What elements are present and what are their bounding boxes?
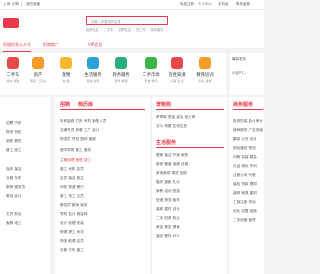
list-item[interactable]: 物流员 早班 厨师 客服 [60, 137, 96, 142]
business-panel: 商务服务 投资担保 会计审计 律师服务 广告传媒 翻译 公关 设计 网站建设 物… [229, 97, 264, 274]
category-item[interactable]: 生活服务 保洁 搬家 [82, 57, 104, 83]
city-label: 上海 [3, 2, 10, 6]
list-item[interactable]: 普工 技工 [6, 148, 22, 153]
list-item[interactable]: 律师服务 广告传媒 [233, 128, 263, 133]
list-item[interactable]: 网站建设 物流 [233, 146, 256, 151]
list-item[interactable]: 招聘 汽车 [6, 121, 22, 126]
mobile-link[interactable]: 手机版 [218, 2, 229, 7]
list-item[interactable]: 超市导购 普工 服务 [60, 148, 91, 153]
hot-link[interactable]: 家政服务 [151, 27, 164, 32]
list-item[interactable]: 二手设备 租赁 [233, 218, 256, 223]
hot-link[interactable]: 租房信息 [86, 27, 99, 32]
switch-city-link[interactable]: 切换 [12, 2, 19, 7]
top-bar: 上海 切换 | 我的收藏 免费注册 个人中心 手机版 联系客服 [0, 0, 264, 10]
contact-link[interactable]: 联系客服 [236, 2, 250, 7]
search-input[interactable]: 请输入你要找的信息 [86, 16, 168, 25]
category-item[interactable]: 宠物狗 猫 [55, 57, 77, 83]
list-item[interactable]: 服务员 厨师 保安 [60, 203, 87, 208]
list-item[interactable]: 礼品 商标 专利 [233, 164, 257, 169]
latest-title: 最新发布 [232, 57, 246, 61]
list-item[interactable]: 法斗 柯基 拉布拉多 [156, 124, 187, 129]
list-item[interactable]: 保险 贷款 理财 [233, 182, 257, 187]
life-panel: 宠物狗 萨摩耶 泰迪 金毛 哈士奇 法斗 柯基 拉布拉多 生活服务 搬家 保洁 … [152, 97, 227, 274]
list-item[interactable]: 设计 经理 安装 [60, 221, 84, 226]
category-item[interactable]: 二手市场 家电 数码 [140, 57, 162, 83]
divider [233, 109, 263, 110]
hot-link[interactable]: 二手车 [104, 27, 114, 32]
business-title[interactable]: 商务服务 [233, 101, 253, 108]
search-placeholder: 请输入你要找的信息 [91, 20, 121, 24]
hot-link[interactable]: 找工作 [136, 27, 146, 32]
category-item[interactable]: 商务服务 装修 翻译 [110, 57, 132, 83]
list-item[interactable]: 搬家 保洁 开锁 家政 [156, 153, 188, 158]
latest-item[interactable]: 小区PT... [232, 71, 246, 76]
list-item[interactable]: 快递 物流 租车 [156, 198, 180, 203]
tab-wechat[interactable]: 同城信息公众号 [3, 42, 31, 52]
list-item[interactable]: 美容 会计 [6, 194, 22, 199]
list-item[interactable]: 普工 司机 店员 [60, 167, 84, 172]
list-item[interactable]: 年底装修 打折 司机 销售人员 [60, 119, 107, 124]
category-item[interactable]: 二手车 轿车 越野 [2, 57, 24, 83]
list-item[interactable]: 装修 建材 设计 [156, 207, 180, 212]
tab-promo[interactable]: 招商推广 [43, 42, 68, 51]
list-item[interactable]: 二手 回收 转让 [156, 216, 180, 221]
pets-title[interactable]: 宠物狗 [156, 101, 171, 108]
list-item[interactable]: 创业 加盟 招商 [233, 209, 257, 214]
list-item[interactable]: 仓管 叉车 普工 [60, 248, 84, 253]
list-item[interactable]: 注册公司 代账 [233, 173, 256, 178]
list-item[interactable]: 店员 保洁 医生 [60, 176, 84, 181]
list-item[interactable]: 修理 焊工 司机 [60, 230, 84, 235]
list-item[interactable]: 投资担保 会计审计 [233, 119, 263, 124]
list-item[interactable]: 物流 助理 店员 [60, 239, 84, 244]
list-item[interactable]: 装修 家具 建材 [233, 191, 257, 196]
favorites-link[interactable]: 我的收藏 [26, 2, 40, 7]
category-item[interactable]: 教育培训 职业 语言 [194, 57, 216, 83]
list-item[interactable]: 保安 保洁 [6, 167, 22, 172]
latest-panel: 最新发布 小区PT... [230, 53, 264, 95]
left-panel: 招聘 汽车 物流 司机 销售 餐饮 普工 技工 保安 保洁 仓管 叉车 厨师 服… [0, 97, 50, 274]
user-center-link[interactable]: 个人中心 [198, 2, 212, 7]
life-title[interactable]: 生活服务 [156, 139, 176, 146]
list-item[interactable]: 主管经理 销售 技工 [60, 158, 91, 163]
category-item[interactable]: 房产 租房 二手房 [27, 57, 49, 83]
list-item[interactable]: 家电维修 清洗 回收 [156, 171, 187, 176]
list-item[interactable]: 家教 培训 旅游 [156, 189, 180, 194]
hot-link[interactable]: 招聘信息 [118, 27, 131, 32]
category-item[interactable]: 百姓知道 问答 生活 [166, 57, 188, 83]
divider [156, 147, 224, 148]
resume-title[interactable]: 简历库 [78, 101, 93, 108]
list-item[interactable]: 导购 会计 美容师 [60, 212, 87, 217]
list-item[interactable]: 文员 前台 [6, 212, 22, 217]
tab-vip[interactable]: VIP会员 [88, 42, 113, 51]
tab-bar: 同城信息公众号 招商推广 VIP会员 [0, 42, 264, 52]
list-item[interactable]: 客服 电工 [6, 221, 22, 226]
list-item[interactable]: 司机 快递 餐厅 [60, 185, 84, 190]
register-link[interactable]: 免费注册 [180, 2, 194, 7]
list-item[interactable]: 厨师 服务员 [6, 185, 25, 190]
site-logo[interactable] [3, 18, 19, 28]
list-item[interactable]: 酒店 餐饮 KTV [156, 234, 179, 239]
hot-keywords: 租房信息 二手车 招聘信息 找工作 家政服务 [86, 27, 168, 32]
list-item[interactable]: 普工 电工 文员 [60, 194, 84, 199]
list-item[interactable]: 交通专员 西餐 工厂 会计 [60, 128, 99, 133]
list-item[interactable]: 翻译 公关 设计 [233, 137, 257, 142]
list-item[interactable]: 维修 管道 保姆 月嫂 [156, 162, 188, 167]
jobs-title[interactable]: 招聘 [60, 101, 70, 108]
list-item[interactable]: 工商注册 年检 [233, 200, 256, 205]
divider [60, 109, 145, 110]
list-item[interactable]: 销售 餐饮 [6, 139, 22, 144]
list-item[interactable]: 印刷 包装 展会 [233, 155, 257, 160]
list-item[interactable]: 萨摩耶 泰迪 金毛 哈士奇 [156, 115, 195, 120]
jobs-panel: 招聘 简历库 年底装修 打折 司机 销售人员 交通专员 西餐 工厂 会计 物流员… [55, 97, 150, 274]
list-item[interactable]: 仓管 叉车 [6, 176, 22, 181]
divider [156, 109, 224, 110]
divider: | [21, 2, 23, 6]
list-item[interactable]: 美容 美发 健身 [156, 225, 180, 230]
list-item[interactable]: 婚庆 摄影 礼仪 [156, 180, 180, 185]
list-item[interactable]: 物流 司机 [6, 130, 22, 135]
